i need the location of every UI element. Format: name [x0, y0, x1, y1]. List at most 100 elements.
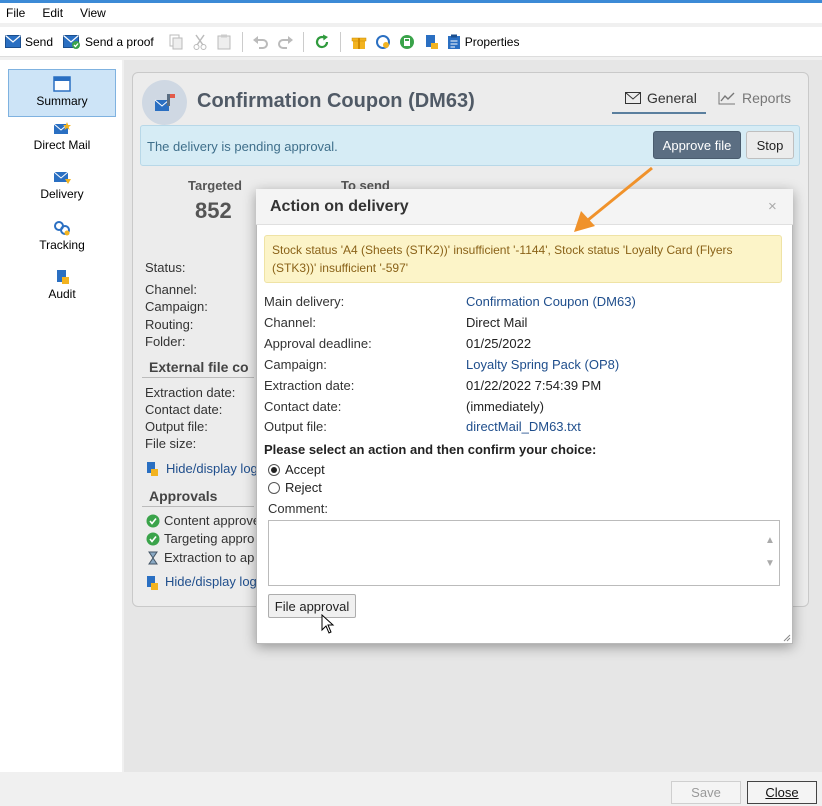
nav-item-direct-mail[interactable]: Direct Mail [8, 120, 116, 168]
scroll-down-icon[interactable]: ▼ [765, 558, 775, 569]
resize-grip-icon[interactable] [783, 634, 791, 642]
copy-icon[interactable] [167, 33, 185, 51]
toolbar: Send Send a proof Properties [0, 27, 822, 57]
contact-date-label: Contact date: [145, 402, 223, 417]
refresh-icon[interactable] [313, 33, 331, 51]
send-label: Send [25, 34, 54, 49]
comment-textarea[interactable] [268, 520, 780, 586]
approval-deadline-label: Approval deadline: [264, 336, 372, 351]
delivery-icon [53, 171, 71, 184]
menu-file[interactable]: File [6, 6, 25, 20]
check-circle-icon [146, 514, 160, 527]
tab-reports[interactable]: Reports [718, 90, 791, 106]
nav-item-label: Summary [36, 94, 88, 108]
approval-item: Content approve [146, 513, 260, 528]
clipboard-icon [447, 34, 460, 49]
channel-label: Channel: [145, 282, 198, 297]
tracking-icon [54, 221, 70, 236]
nav-item-label: Audit [48, 287, 76, 301]
close-button[interactable]: Close [747, 781, 817, 804]
properties-label: Properties [464, 34, 520, 49]
stock-warning-text: Stock status 'A4 (Sheets (STK2))' insuff… [272, 243, 733, 275]
output-file-label: Output file: [145, 419, 208, 434]
nav-item-label: Direct Mail [33, 138, 91, 152]
output-file-link[interactable]: directMail_DM63.txt [466, 419, 581, 434]
file-size-label: File size: [145, 436, 197, 451]
reject-radio[interactable]: Reject [268, 480, 322, 495]
properties-button[interactable]: Properties [447, 34, 520, 50]
nav-item-tracking[interactable]: Tracking [8, 218, 116, 266]
menu-view[interactable]: View [80, 6, 106, 20]
status-label: Status: [145, 260, 186, 275]
direct-mail-icon [53, 122, 71, 134]
audit-icon [57, 270, 69, 284]
send-proof-button[interactable]: Send a proof [63, 34, 154, 49]
radio-selected-indicator [268, 463, 280, 476]
tab-reports-label: Reports [742, 90, 792, 106]
stop-button[interactable]: Stop [746, 131, 794, 159]
extraction-date-label: Extraction date: [264, 378, 355, 393]
nav-item-summary[interactable]: Summary [8, 69, 116, 117]
campaign-label: Campaign: [264, 357, 327, 372]
save-button[interactable]: Save [671, 781, 741, 804]
nav-item-label: Delivery [40, 187, 84, 201]
output-file-label: Output file: [264, 419, 327, 434]
campaign-label: Campaign: [145, 299, 208, 314]
targeted-value: 852 [195, 198, 232, 223]
approval-item: Targeting appro [146, 531, 254, 546]
toolbar-separator [339, 31, 341, 52]
nav-item-audit[interactable]: Audit [8, 267, 116, 315]
toolbar-separator [302, 31, 304, 52]
log-toggle-icon [147, 576, 158, 590]
mouse-cursor-icon [321, 614, 335, 634]
comment-label: Comment: [268, 501, 328, 516]
dialog-close-icon[interactable]: × [768, 198, 777, 215]
channel-label: Channel: [264, 315, 317, 330]
undo-icon[interactable] [252, 33, 270, 51]
folder-label: Folder: [145, 334, 186, 349]
send-button[interactable]: Send [5, 35, 53, 49]
file-approval-button[interactable]: File approval [268, 594, 356, 618]
envelope-icon [625, 92, 641, 104]
hide-display-log-link[interactable]: Hide/display log [166, 461, 258, 476]
contact-date-label: Contact date: [264, 399, 342, 414]
channel-value: Direct Mail [466, 315, 528, 330]
log-toggle-icon [147, 462, 158, 476]
redo-icon[interactable] [276, 33, 294, 51]
external-file-section: External file co [149, 359, 249, 375]
extraction-date-value: 01/22/2022 7:54:39 PM [466, 378, 602, 393]
dialog-title: Action on delivery [270, 198, 409, 215]
hide-display-log-link-2[interactable]: Hide/display log [165, 574, 257, 589]
contact-date-value: (immediately) [466, 399, 545, 414]
close-button-label: Close [765, 785, 799, 800]
summary-icon [53, 76, 71, 92]
line-chart-icon [718, 92, 735, 105]
extraction-date-label: Extraction date: [145, 385, 236, 400]
section-divider [142, 506, 254, 507]
section-divider [142, 377, 254, 378]
target-gauge-icon[interactable] [374, 33, 392, 51]
calculator-icon[interactable] [398, 33, 416, 51]
targeted-label: Targeted [188, 178, 242, 193]
toolbar-separator [241, 31, 243, 52]
accept-radio[interactable]: Accept [268, 462, 325, 477]
main-delivery-label: Main delivery: [264, 294, 345, 309]
approval-item: Extraction to ap [146, 550, 254, 565]
campaign-link[interactable]: Loyalty Spring Pack (OP8) [466, 357, 619, 372]
envelope-icon [5, 35, 21, 48]
tab-general[interactable]: General [625, 90, 697, 106]
hourglass-icon [148, 551, 158, 564]
nav-item-delivery[interactable]: Delivery [8, 169, 116, 217]
cut-icon[interactable] [191, 33, 209, 51]
routing-label: Routing: [145, 317, 194, 332]
main-delivery-link[interactable]: Confirmation Coupon (DM63) [466, 294, 636, 309]
accept-label: Accept [285, 462, 325, 477]
gift-icon[interactable] [350, 33, 368, 51]
approve-file-button[interactable]: Approve file [653, 131, 741, 159]
paste-icon[interactable] [215, 33, 233, 51]
page-title: Confirmation Coupon (DM63) [197, 90, 475, 112]
scroll-up-icon[interactable]: ▲ [765, 535, 775, 546]
direct-mail-badge-icon [142, 80, 187, 125]
menu-edit[interactable]: Edit [42, 6, 63, 20]
document-lock-icon[interactable] [422, 33, 440, 51]
